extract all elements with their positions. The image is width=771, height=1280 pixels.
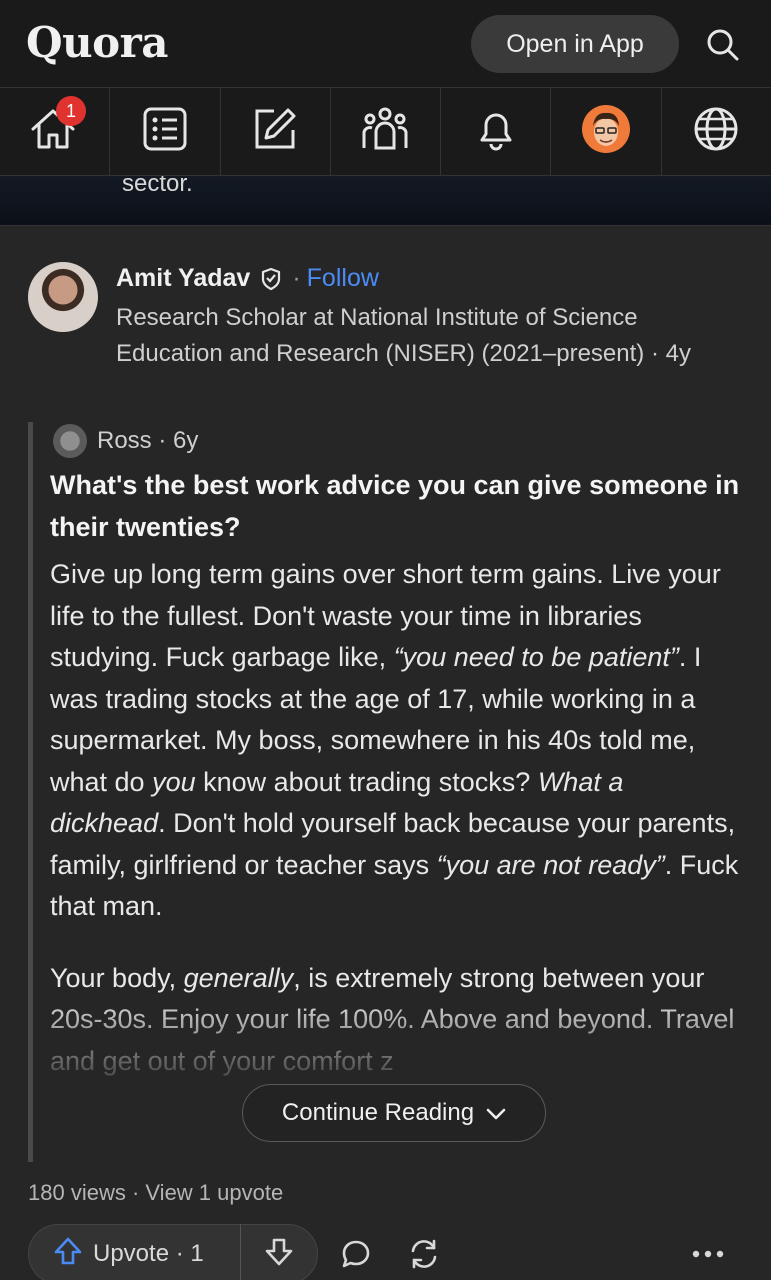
chevron-down-icon	[486, 1099, 506, 1127]
quoted-answer[interactable]: Ross · 6y What's the best work advice yo…	[28, 422, 748, 1162]
feed-post: Amit Yadav · Follow Research Scholar at …	[0, 226, 771, 1280]
top-header: Quora Open in App	[0, 0, 771, 88]
answer-list-icon	[142, 106, 188, 157]
previous-card-text: sector.	[122, 176, 193, 197]
separator-dot: ·	[292, 264, 301, 292]
action-bar: Upvote · 1	[28, 1224, 748, 1280]
edit-icon	[252, 106, 298, 157]
answer-text: know about trading stocks?	[195, 766, 538, 797]
nav-home[interactable]: 1	[0, 88, 111, 175]
comment-icon[interactable]	[336, 1234, 376, 1274]
views-count: 180 views	[28, 1180, 126, 1205]
quora-logo[interactable]: Quora	[26, 18, 168, 67]
nav-language[interactable]	[662, 88, 771, 175]
nav-answer[interactable]	[110, 88, 221, 175]
answer-emphasis: you	[152, 766, 196, 797]
quoted-author-avatar[interactable]	[53, 424, 87, 458]
author-credential: Research Scholar at National Institute o…	[116, 304, 691, 367]
search-icon[interactable]	[700, 22, 746, 68]
post-stats: 180 views · View 1 upvote	[28, 1180, 283, 1206]
quoted-author[interactable]: Ross · 6y	[97, 427, 198, 455]
upvote-label: Upvote · 1	[93, 1240, 204, 1267]
quoted-author-line: Ross · 6y	[53, 424, 198, 458]
answer-paragraph: Give up long term gains over short term …	[50, 554, 746, 928]
open-in-app-button[interactable]: Open in App	[471, 15, 679, 73]
globe-icon	[693, 106, 739, 157]
more-options-icon[interactable]	[678, 1234, 738, 1274]
question-title[interactable]: What's the best work advice you can give…	[50, 464, 740, 548]
stats-separator: ·	[125, 1180, 146, 1205]
verified-shield-icon	[260, 267, 282, 291]
answer-emphasis: generally	[183, 962, 294, 993]
answer-text: Your body,	[50, 962, 184, 993]
spaces-icon	[360, 106, 410, 157]
profile-avatar	[581, 104, 631, 159]
upvote-arrow-icon	[53, 1236, 83, 1273]
notification-badge: 1	[56, 96, 86, 126]
nav-write[interactable]	[221, 88, 331, 175]
answer-body: Give up long term gains over short term …	[50, 554, 746, 1112]
author-name[interactable]: Amit Yadav	[116, 264, 250, 293]
nav-profile[interactable]	[551, 88, 662, 175]
answer-paragraph: Your body, generally, is extremely stron…	[50, 958, 746, 1083]
author-line: Amit Yadav · Follow	[116, 264, 379, 293]
answer-emphasis: “you need to be patient”	[393, 642, 679, 672]
previous-card-fragment: sector.	[0, 176, 771, 226]
follow-button[interactable]: Follow	[307, 264, 379, 293]
nav-spaces[interactable]	[331, 88, 442, 175]
reshare-icon[interactable]	[404, 1234, 444, 1274]
answer-emphasis: “you are not ready”	[436, 849, 665, 880]
vote-pill: Upvote · 1	[28, 1224, 318, 1280]
bell-icon	[473, 106, 519, 157]
main-nav: 1	[0, 88, 771, 176]
nav-notifications[interactable]	[441, 88, 552, 175]
downvote-button[interactable]	[241, 1224, 317, 1280]
continue-reading-label: Continue Reading	[281, 1099, 475, 1126]
view-upvotes-link[interactable]: View 1 upvote	[145, 1180, 283, 1205]
upvote-button[interactable]: Upvote · 1	[29, 1224, 241, 1280]
continue-reading-button[interactable]: Continue Reading	[242, 1084, 546, 1142]
downvote-arrow-icon	[264, 1237, 294, 1272]
author-avatar[interactable]	[28, 262, 98, 332]
